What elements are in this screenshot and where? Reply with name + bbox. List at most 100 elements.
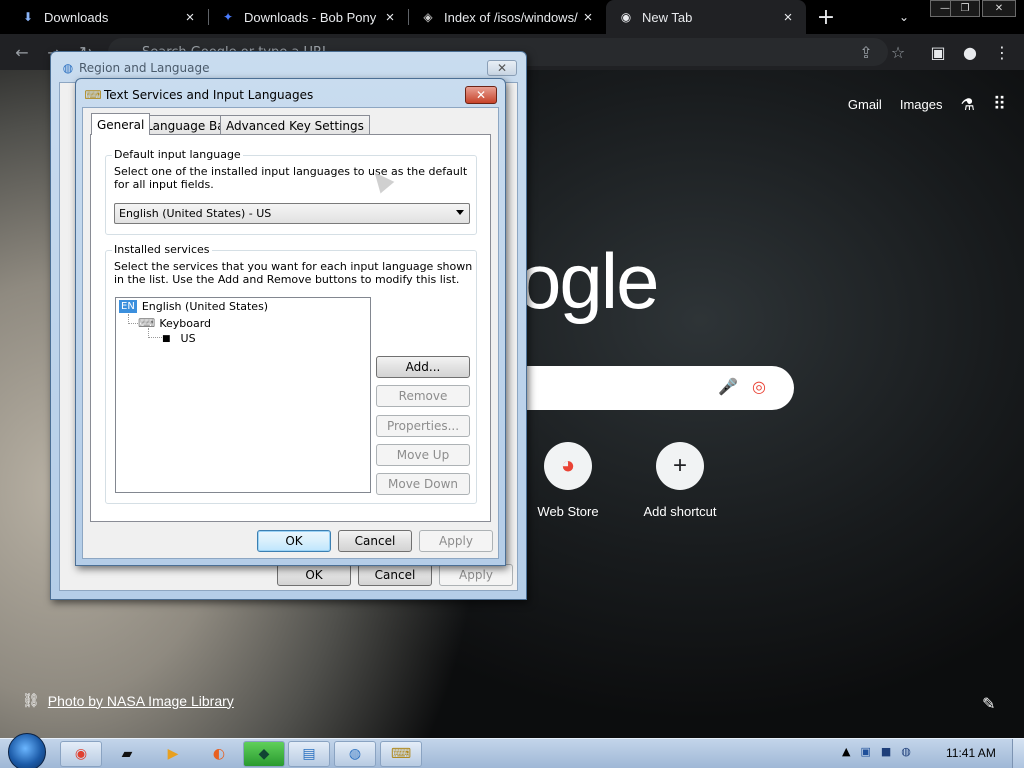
globe-icon: ◈ (423, 10, 433, 24)
action-center-icon[interactable]: ■ (881, 745, 891, 758)
installer-taskbar-icon[interactable]: ◆ (243, 741, 285, 767)
region-settings-taskbar-icon[interactable]: ◍ (334, 741, 376, 767)
system-tray: ▲ ▣ ■ ◍ (842, 745, 921, 758)
tab-new-tab[interactable]: ◉ New Tab × (606, 0, 806, 34)
keyboard-label: Keyboard (159, 316, 212, 330)
bookmark-star-icon[interactable]: ☆ (886, 40, 910, 64)
keyboard-icon: ⌨ (84, 88, 102, 102)
tab-title: New Tab (642, 9, 693, 25)
show-desktop-button[interactable] (1012, 739, 1024, 768)
photo-credit[interactable]: ⛓ Photo by NASA Image Library (22, 692, 234, 709)
dialog-title: Region and Language (79, 61, 210, 75)
labs-flask-icon[interactable]: ⚗ (960, 95, 974, 115)
move-down-button[interactable]: Move Down (376, 473, 470, 495)
tab-advanced-key-settings[interactable]: Advanced Key Settings (220, 115, 370, 135)
cancel-button[interactable]: Cancel (338, 530, 412, 552)
group-label: Installed services (112, 243, 212, 256)
close-button[interactable]: ✕ (487, 60, 517, 76)
text-services-taskbar-icon[interactable]: ⌨ (380, 741, 422, 767)
chevron-down-icon (456, 210, 464, 215)
close-tab-icon[interactable]: × (580, 9, 596, 26)
installed-services-tree[interactable]: EN English (United States) ⌨ Keyboard ■ … (115, 297, 371, 493)
restore-button[interactable]: ❐ (950, 0, 980, 17)
language-name: English (United States) (141, 300, 269, 313)
remove-button[interactable]: Remove (376, 385, 470, 407)
media-player-taskbar-icon[interactable]: ▶ (152, 741, 194, 767)
shortcut-add[interactable]: + Add shortcut (625, 442, 735, 519)
installed-services-group: Installed services Select the services t… (105, 243, 477, 504)
properties-button[interactable]: Properties... (376, 415, 470, 437)
taskbar: ◉ ▰ ▶ ◐ ◆ ▤ ◍ ⌨ ▲ ▣ ■ ◍ 11:41 AM (0, 733, 1024, 768)
tree-connector (128, 314, 138, 324)
menu-kebab-icon[interactable]: ⋮ (990, 40, 1014, 64)
side-panel-icon[interactable]: ▣ (926, 40, 950, 64)
close-tab-icon[interactable]: × (780, 9, 796, 26)
default-input-language-group: Default input language Select one of the… (105, 148, 477, 235)
bullet-icon: ■ (162, 333, 171, 344)
tree-node-language[interactable]: EN English (United States) (119, 300, 268, 313)
photo-credit-link[interactable]: Photo by NASA Image Library (48, 693, 234, 709)
tree-node-us-layout[interactable]: ■ US (162, 332, 196, 345)
google-logo: ogle (518, 237, 659, 325)
tray-expand-icon[interactable]: ▲ (842, 745, 850, 758)
gmail-link[interactable]: Gmail (848, 97, 882, 112)
plus-icon: + (656, 442, 704, 490)
images-link[interactable]: Images (900, 97, 943, 112)
cancel-button[interactable]: Cancel (358, 564, 432, 586)
close-tab-icon[interactable]: × (382, 9, 398, 26)
download-icon: ⬇ (22, 10, 34, 24)
firefox-taskbar-icon[interactable]: ◐ (198, 741, 240, 767)
back-arrow-icon[interactable]: ← (10, 40, 34, 64)
installed-services-description: Select the services that you want for ea… (114, 260, 473, 286)
tab-search-icon[interactable]: ⌄ (892, 5, 916, 29)
explorer-taskbar-icon[interactable]: ▤ (288, 741, 330, 767)
profile-avatar-icon[interactable]: ● (958, 40, 982, 64)
tab-index-isos[interactable]: ◈ Index of /isos/windows/ × (408, 0, 606, 34)
general-tab-page: Default input language Select one of the… (90, 134, 491, 522)
chrome-webstore-icon: ◕ (544, 442, 592, 490)
ok-button[interactable]: OK (277, 564, 351, 586)
close-button[interactable]: ✕ (465, 86, 497, 104)
shortcut-label: Add shortcut (643, 504, 717, 519)
window-close-button[interactable]: ✕ (982, 0, 1016, 17)
tab-downloads-bob-pony[interactable]: ✦ Downloads - Bob Pony × (208, 0, 409, 34)
language-badge: EN (119, 300, 137, 313)
chrome-taskbar-icon[interactable]: ◉ (60, 741, 102, 767)
tab-title: Index of /isos/windows/ (444, 9, 578, 25)
tab-general[interactable]: General (91, 113, 151, 135)
tab-title: Downloads - Bob Pony (244, 9, 377, 25)
new-tab-button[interactable]: + (812, 4, 840, 30)
layout-label: US (180, 332, 196, 345)
move-up-button[interactable]: Move Up (376, 444, 470, 466)
tab-label: Language Bar (146, 118, 230, 133)
apply-button[interactable]: Apply (439, 564, 513, 586)
default-input-description: Select one of the installed input langua… (114, 165, 468, 191)
voice-search-mic-icon[interactable]: 🎤 (718, 377, 738, 396)
apps-grid-icon[interactable]: ⠿ (993, 94, 1006, 115)
tab-downloads[interactable]: ⬇ Downloads × (8, 0, 209, 34)
network-icon[interactable]: ▣ (860, 745, 870, 758)
volume-icon[interactable]: ◍ (901, 745, 911, 758)
link-icon: ⛓ (22, 692, 40, 708)
chrome-icon: ◉ (620, 10, 632, 24)
google-lens-icon[interactable]: ◎ (752, 377, 766, 396)
default-language-dropdown[interactable]: English (United States) - US (114, 203, 470, 224)
tab-label: Advanced Key Settings (226, 118, 364, 133)
text-services-dialog: ⌨ Text Services and Input Languages ✕ Ge… (75, 78, 506, 566)
browser-tab-strip: ⬇ Downloads × ✦ Downloads - Bob Pony × ◈… (0, 0, 1024, 34)
taskbar-clock[interactable]: 11:41 AM (946, 746, 996, 760)
terminal-taskbar-icon[interactable]: ▰ (106, 741, 148, 767)
tree-connector (148, 328, 162, 338)
text-services-body: General Language Bar Advanced Key Settin… (82, 107, 499, 559)
share-icon[interactable]: ⇪ (854, 40, 878, 64)
close-tab-icon[interactable]: × (182, 9, 198, 26)
shortcut-web-store[interactable]: ◕ Web Store (513, 442, 623, 519)
start-button[interactable] (8, 733, 46, 768)
customize-pencil-icon[interactable]: ✎ (982, 694, 995, 713)
dropdown-value: English (United States) - US (119, 207, 272, 220)
ok-button[interactable]: OK (257, 530, 331, 552)
apply-button[interactable]: Apply (419, 530, 493, 552)
bobpony-icon: ✦ (222, 10, 234, 24)
tab-label: General (97, 117, 145, 132)
add-button[interactable]: Add... (376, 356, 470, 378)
